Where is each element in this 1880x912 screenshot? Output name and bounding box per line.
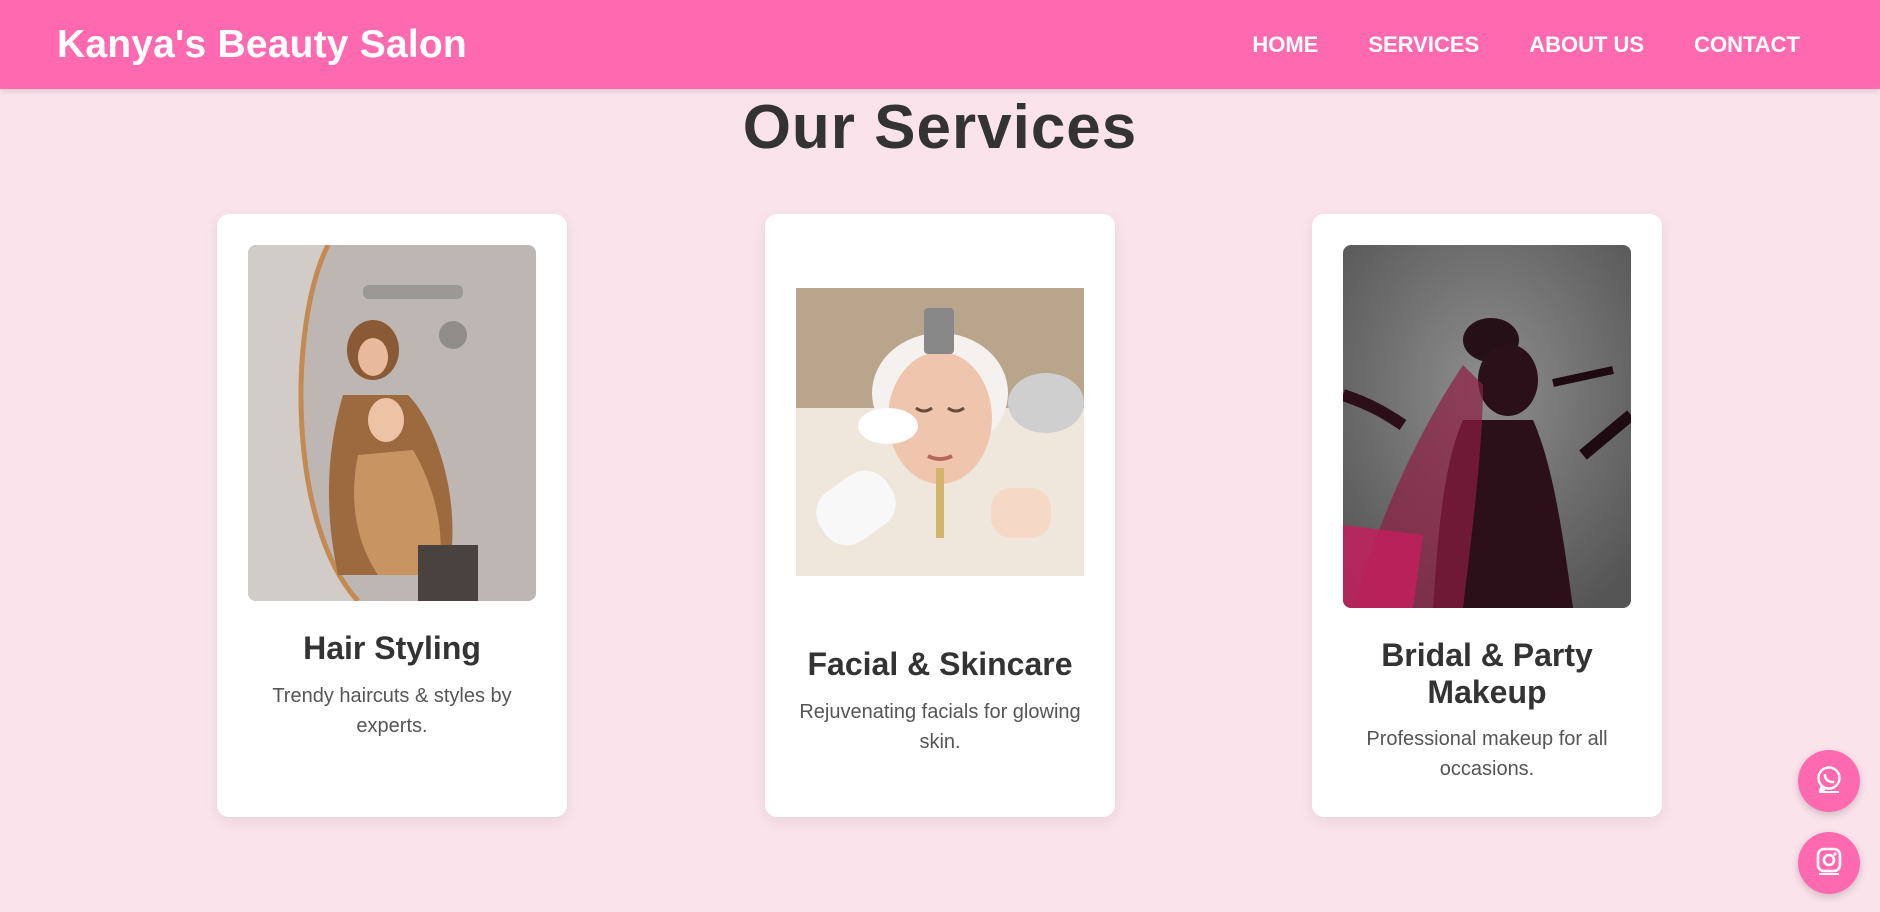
navbar: Kanya's Beauty Salon HOME SERVICES ABOUT… (0, 0, 1880, 89)
bridal-makeup-image (1343, 245, 1631, 608)
nav-link-home[interactable]: HOME (1252, 32, 1318, 58)
nav-link-services[interactable]: SERVICES (1368, 32, 1479, 58)
service-card-facial-skincare: Facial & Skincare Rejuvenating facials f… (765, 214, 1115, 817)
section-title: Our Services (742, 93, 1138, 162)
instagram-icon (1814, 846, 1844, 881)
service-title: Bridal & Party Makeup (1381, 637, 1593, 710)
service-card-bridal-makeup: Bridal & Party Makeup Professional makeu… (1312, 214, 1662, 817)
service-title: Hair Styling (303, 630, 481, 666)
nav-link-about-us[interactable]: ABOUT US (1529, 32, 1644, 58)
instagram-button[interactable] (1798, 832, 1860, 894)
service-title: Facial & Skincare (807, 646, 1073, 682)
whatsapp-button[interactable] (1798, 750, 1860, 812)
whatsapp-icon (1814, 764, 1844, 799)
facial-skincare-image (796, 288, 1084, 576)
brand-logo[interactable]: Kanya's Beauty Salon (57, 23, 467, 67)
service-description: Professional makeup for all occasions. (1366, 728, 1608, 780)
service-description: Rejuvenating facials for glowing skin. (799, 701, 1081, 753)
service-description: Trendy haircuts & styles by experts. (272, 685, 512, 737)
nav-link-contact[interactable]: CONTACT (1694, 32, 1800, 58)
service-card-hair-styling: Hair Styling Trendy haircuts & styles by… (217, 214, 567, 817)
hair-styling-image (248, 245, 536, 601)
nav-menu: HOME SERVICES ABOUT US CONTACT (1252, 32, 1800, 58)
